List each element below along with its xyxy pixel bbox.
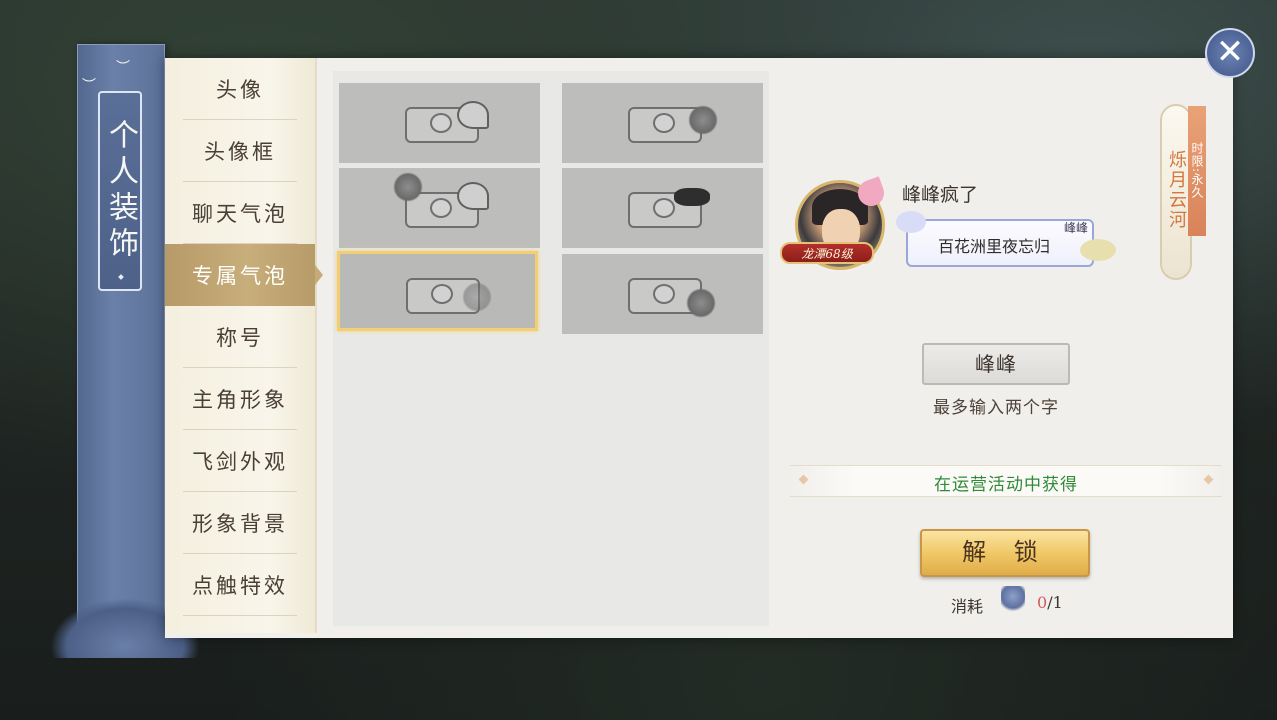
ingot-decoration <box>457 182 489 210</box>
menu-item-title[interactable]: 称号 <box>165 306 315 368</box>
menu-item-label: 飞剑外观 <box>192 450 288 474</box>
bubble-name: 烁月云河 <box>1166 150 1187 230</box>
bubble-card-locked[interactable] <box>562 83 763 163</box>
menu-item-label: 点触特效 <box>192 574 288 598</box>
menu-item-label: 专属气泡 <box>192 264 288 288</box>
source-text: 在运营活动中获得 <box>934 475 1078 495</box>
lock-icon <box>653 198 675 218</box>
ink-decoration <box>674 188 710 206</box>
cost-count: 0/1 <box>1037 593 1063 612</box>
cost-label: 消耗 <box>951 597 984 616</box>
bubble-card-locked[interactable] <box>339 168 540 248</box>
menu-item-label: 主角形象 <box>192 388 288 412</box>
title-banner: ︶ ︶ 个人装饰 <box>77 44 165 644</box>
input-hint: 最多输入两个字 <box>933 398 1059 418</box>
menu-item-sword-appearance[interactable]: 飞剑外观 <box>165 430 315 492</box>
bubble-card-selected[interactable] <box>337 251 538 331</box>
bird-decoration: ︶ <box>82 78 96 94</box>
bubble-card-locked[interactable] <box>562 254 763 334</box>
unlock-button[interactable]: 解 锁 <box>920 529 1090 577</box>
cloud-decoration <box>1080 239 1116 261</box>
menu-item-avatar[interactable]: 头像 <box>165 58 315 120</box>
bubble-name-input[interactable]: 峰峰 <box>922 343 1070 385</box>
chat-bubble-preview: 百花洲里夜忘归 峰峰 <box>896 211 1116 267</box>
page-title: 个人装饰 <box>103 119 138 263</box>
bubble-tag: 峰峰 <box>1063 221 1088 235</box>
menu-item-avatar-frame[interactable]: 头像框 <box>165 120 315 182</box>
category-menu: 头像 头像框 聊天气泡 专属气泡 称号 主角形象 飞剑外观 形象背景 点触特效 <box>165 58 323 633</box>
menu-item-touch-effect[interactable]: 点触特效 <box>165 554 315 616</box>
bubble-card-locked[interactable] <box>562 168 763 248</box>
source-bar: 在运营活动中获得 <box>790 465 1222 497</box>
bird-decoration: ︶ <box>116 60 130 76</box>
lock-icon <box>653 113 675 133</box>
menu-item-label: 聊天气泡 <box>192 202 288 226</box>
bubble-card-locked[interactable] <box>339 83 540 163</box>
lock-icon <box>430 113 452 133</box>
menu-item-label: 称号 <box>216 326 264 350</box>
level-badge: 龙潭68级 <box>780 242 874 264</box>
cloud-decoration <box>896 211 926 233</box>
player-name: 峰峰疯了 <box>902 184 979 206</box>
close-button[interactable]: ✕ <box>1205 28 1255 78</box>
bubble-text: 百花洲里夜忘归 <box>938 237 1051 256</box>
page-title-box: 个人装饰 <box>98 91 142 291</box>
flower-decoration <box>393 172 423 202</box>
palm-decoration <box>688 105 718 135</box>
cloud-decoration <box>462 282 492 312</box>
menu-item-label: 形象背景 <box>192 512 288 536</box>
menu-item-chat-bubble[interactable]: 聊天气泡 <box>165 182 315 244</box>
bubble-grid <box>333 71 769 626</box>
duration-tag: 时限:永久 <box>1188 106 1206 236</box>
fan-item-icon <box>1001 586 1025 616</box>
flower-decoration <box>686 288 716 318</box>
lock-icon <box>430 198 452 218</box>
cost-have: 0 <box>1037 593 1048 612</box>
menu-item-character-image[interactable]: 主角形象 <box>165 368 315 430</box>
heart-decoration <box>457 101 489 129</box>
cost-need: /1 <box>1047 593 1063 612</box>
menu-item-exclusive-bubble[interactable]: 专属气泡 <box>165 244 323 306</box>
lock-icon <box>653 284 675 304</box>
menu-item-label: 头像框 <box>204 140 276 164</box>
menu-item-image-background[interactable]: 形象背景 <box>165 492 315 554</box>
divider <box>183 615 297 616</box>
lock-icon <box>431 284 453 304</box>
menu-item-label: 头像 <box>216 78 264 102</box>
